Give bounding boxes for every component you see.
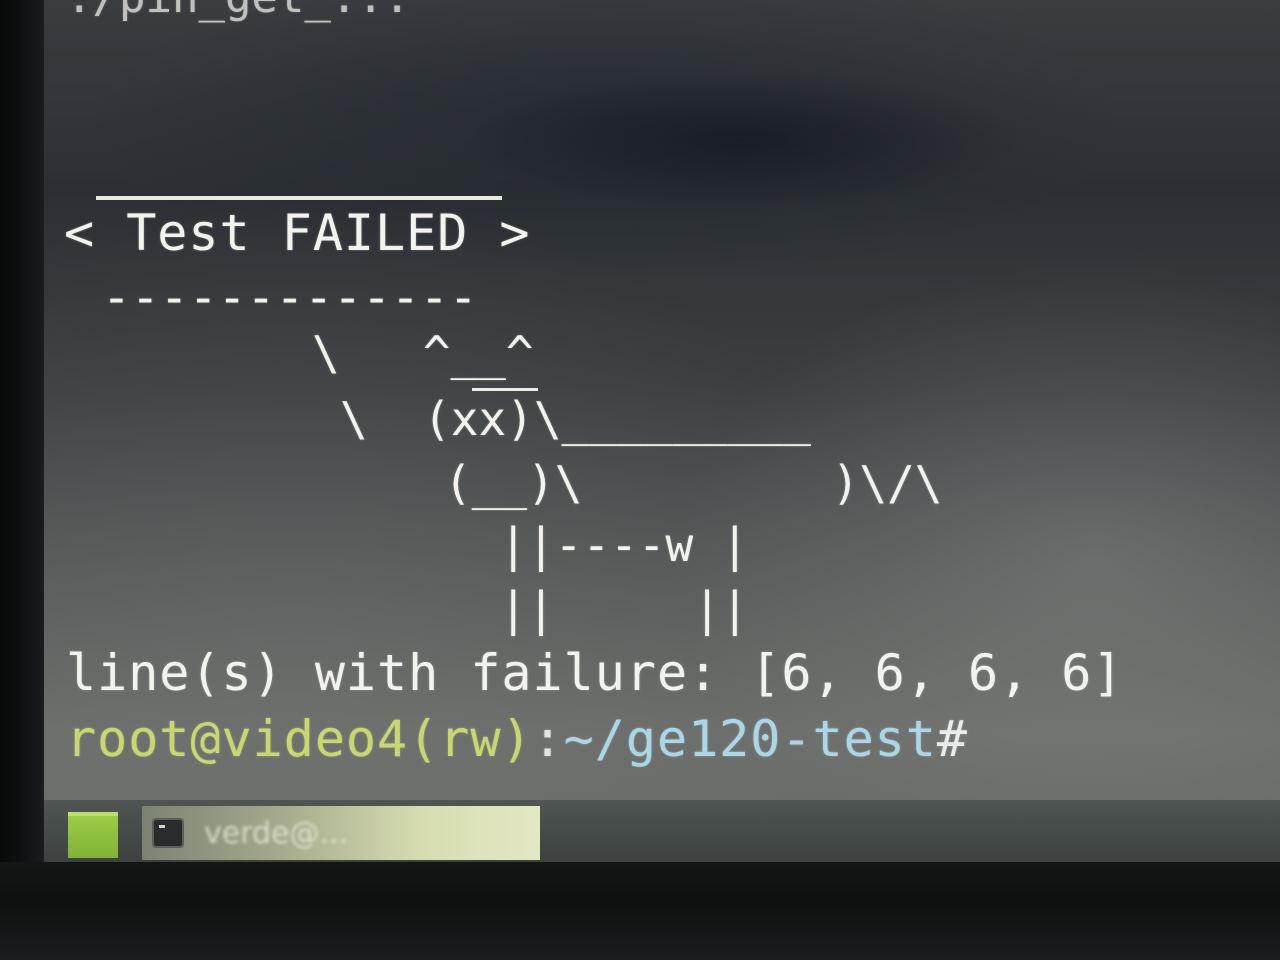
prompt-symbol: #: [936, 710, 968, 768]
failure-summary-line: line(s) with failure: [6, 6, 6, 6]: [66, 644, 1124, 702]
monitor-bezel-left: [0, 0, 48, 960]
cow-head-top: [472, 388, 538, 391]
cow-art-line: \ ^__^: [312, 326, 534, 380]
menu-icon[interactable]: [68, 812, 118, 858]
photo-of-monitor: ./pin_get_... < Test FAILED > ----------…: [0, 0, 1280, 960]
cow-art-line: \ (xx)\_________: [340, 392, 811, 446]
taskbar: verde@...: [44, 800, 1280, 862]
speech-bubble-bottom-border: -------------: [102, 270, 478, 326]
speech-bubble-text: < Test FAILED >: [64, 204, 531, 262]
previous-command-line: ./pin_get_...: [66, 0, 410, 23]
taskbar-terminal-label: verde@...: [204, 816, 349, 851]
taskbar-terminal-button[interactable]: verde@...: [142, 806, 540, 860]
terminal-icon: [152, 818, 184, 848]
speech-bubble-top-border: [96, 196, 502, 200]
cow-art-line: || ||: [444, 582, 749, 636]
prompt-separator: :: [532, 710, 564, 768]
monitor-bezel-bottom: [0, 862, 1280, 960]
terminal-screen: ./pin_get_... < Test FAILED > ----------…: [44, 0, 1280, 862]
cow-art-line: ||----w |: [444, 518, 749, 572]
cow-art-line: (__)\ )\/\: [444, 456, 943, 510]
shell-prompt[interactable]: root@video4(rw):~/ge120-test#: [66, 710, 968, 768]
prompt-user-host: root@video4(rw): [66, 710, 533, 768]
prompt-path: ~/ge120-test: [563, 710, 937, 768]
screen-reflection: [464, 70, 1024, 210]
